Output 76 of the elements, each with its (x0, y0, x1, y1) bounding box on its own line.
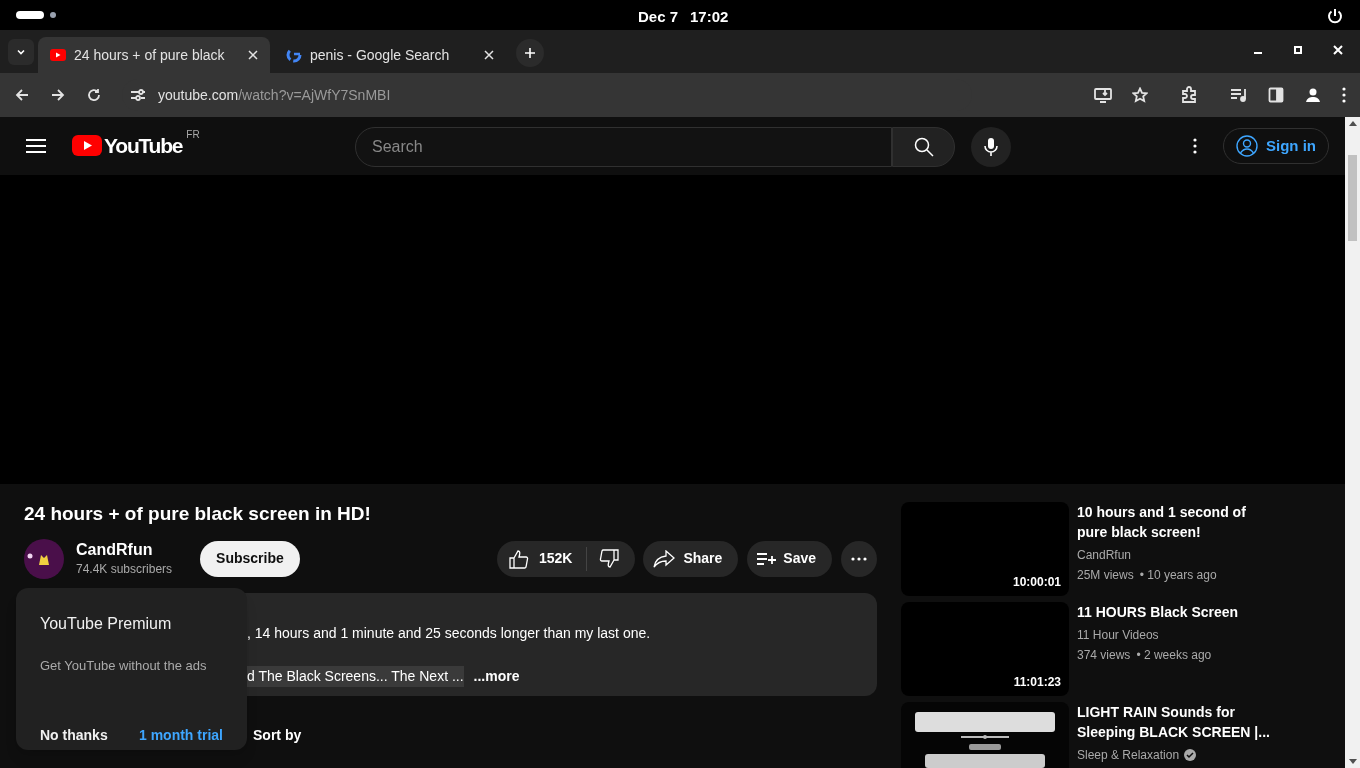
logo-wordmark[interactable]: YouTube (104, 135, 183, 157)
add-to-playlist-icon (757, 551, 778, 566)
close-icon[interactable] (484, 50, 494, 60)
region-code: FR (186, 128, 200, 142)
close-icon[interactable] (248, 50, 258, 60)
video-title[interactable]: 11 HOURS Black Screen (1077, 602, 1277, 622)
more-dots-icon (851, 556, 867, 561)
search-field[interactable]: Search (355, 127, 892, 167)
microphone-icon (984, 137, 998, 157)
description-link[interactable]: d The Black Screens... The Next ... (247, 665, 464, 687)
clock-date: Dec 7 (638, 7, 679, 27)
scrollbar-thumb[interactable] (1348, 155, 1357, 241)
scroll-up-icon[interactable] (1348, 120, 1357, 126)
video-title: 24 hours + of pure black screen in HD! (24, 502, 372, 526)
channel-name[interactable]: CandRfun (1077, 546, 1132, 564)
site-settings-icon[interactable] (130, 88, 146, 102)
media-control-icon[interactable] (1230, 87, 1248, 103)
video-duration: 10:00:01 (1012, 574, 1061, 591)
play-logo-icon (50, 49, 66, 61)
search-button[interactable] (892, 127, 955, 167)
maximize-icon[interactable] (1292, 44, 1304, 56)
more-link[interactable]: ...more (473, 665, 520, 687)
new-tab-button[interactable] (516, 39, 544, 67)
subscriber-count: 74.4K subscribers (76, 560, 173, 578)
save-button[interactable]: Save (747, 540, 832, 577)
more-options-icon[interactable] (1193, 138, 1197, 154)
browser-tab[interactable]: 24 hours + of pure black (38, 37, 270, 73)
youtube-logo-icon[interactable] (72, 135, 102, 156)
power-icon[interactable] (1327, 8, 1343, 24)
video-title[interactable]: 10 hours and 1 second of pure black screen! (1077, 502, 1277, 542)
reload-icon[interactable] (86, 87, 102, 103)
popup-title: YouTube Premium (40, 614, 173, 634)
channel-avatar[interactable] (24, 538, 64, 579)
caret-icon (16, 47, 26, 57)
tab-list-button[interactable] (8, 39, 34, 65)
video-thumbnail[interactable]: 11:01:23 (901, 602, 1069, 696)
activities-indicator[interactable] (16, 11, 56, 19)
thumbs-up-icon (508, 548, 529, 569)
back-icon[interactable] (14, 87, 30, 103)
channel-name[interactable]: Sleep & Relaxation (1077, 746, 1180, 764)
share-arrow-icon (653, 549, 676, 568)
view-count: 374 views (1077, 647, 1131, 664)
video-duration: 11:01:23 (1013, 674, 1061, 691)
video-thumbnail[interactable]: 10:00:01 (901, 502, 1069, 596)
no-thanks-button[interactable]: No thanks (40, 724, 108, 746)
view-count: 25M views (1077, 567, 1134, 584)
install-app-icon[interactable] (1094, 87, 1112, 103)
channel-name[interactable]: 11 Hour Videos (1077, 626, 1159, 644)
search-icon (913, 137, 934, 157)
upload-age: • 10 years ago (1139, 567, 1217, 584)
profile-icon[interactable] (1304, 86, 1322, 104)
star-icon[interactable] (1132, 87, 1148, 103)
g-logo-icon (286, 47, 302, 63)
voice-search-button[interactable] (971, 127, 1011, 167)
menu-dots-icon[interactable] (1342, 87, 1346, 103)
share-button[interactable]: Share (643, 540, 739, 577)
side-panel-icon[interactable] (1268, 87, 1284, 103)
menu-icon[interactable] (26, 138, 46, 154)
plus-icon (524, 47, 536, 59)
sort-by-button[interactable]: Sort by (253, 724, 302, 746)
forward-icon[interactable] (50, 87, 66, 103)
extensions-icon[interactable] (1180, 86, 1198, 104)
subscribe-button[interactable]: Subscribe (200, 540, 300, 577)
browser-tab[interactable]: penis - Google Search (274, 37, 506, 73)
thumbs-down-icon (599, 548, 620, 569)
trial-button[interactable]: 1 month trial (139, 724, 223, 746)
description-text: , 14 hours and 1 minute and 25 seconds longer than my last one. (247, 623, 652, 643)
scroll-down-icon[interactable] (1348, 759, 1357, 765)
scrollbar[interactable] (1345, 117, 1360, 768)
popup-message: Get YouTube without the ads (40, 657, 208, 675)
account-icon (1236, 135, 1258, 157)
upload-age: • 2 weeks ago (1136, 647, 1212, 664)
more-actions-button[interactable] (841, 540, 877, 577)
clock-time: 17:02 (690, 7, 729, 27)
video-title[interactable]: LIGHT RAIN Sounds for Sleeping BLACK SCREEN |... (1077, 702, 1277, 742)
channel-name[interactable]: CandRfun (76, 539, 173, 560)
